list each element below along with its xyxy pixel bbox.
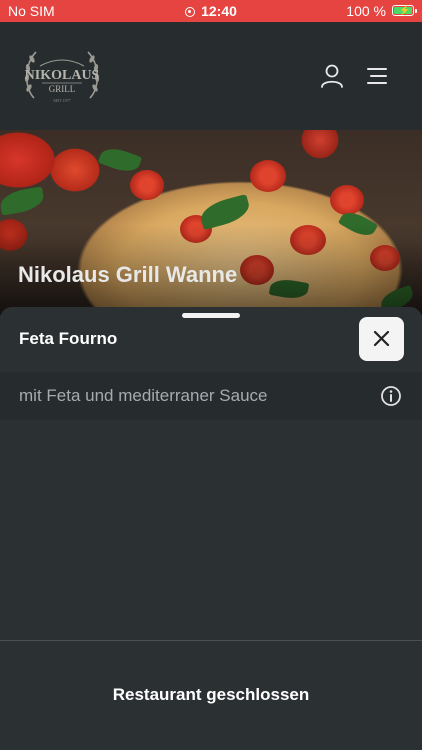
restaurant-logo[interactable]: NIKOLAUS GRILL SEIT 1977 [20,44,104,110]
info-icon[interactable] [380,385,402,407]
battery-percent: 100 % [346,3,386,19]
app-header: NIKOLAUS GRILL SEIT 1977 [0,22,422,130]
time-label: 12:40 [201,3,237,19]
screen-record-icon [185,7,196,17]
product-description: mit Feta und mediterraner Sauce [19,386,268,405]
logo-sub: GRILL [49,84,76,94]
product-description-row: mit Feta und mediterraner Sauce [0,372,422,420]
drag-handle[interactable] [182,313,240,318]
footer-divider [0,640,422,641]
user-icon[interactable] [318,62,346,90]
logo-name: NIKOLAUS [25,68,100,83]
menu-icon[interactable] [363,62,391,90]
logo-since: SEIT 1977 [53,98,70,103]
close-button[interactable] [359,317,404,361]
close-icon [373,330,390,347]
restaurant-name: Nikolaus Grill Wanne [18,262,238,287]
hero-banner: Nikolaus Grill Wanne [0,130,422,315]
charging-icon: ⚡ [399,5,411,15]
product-title: Feta Fourno [19,329,118,348]
battery-icon: ⚡ [392,5,417,16]
restaurant-closed-label: Restaurant geschlossen [112,685,310,704]
status-bar: No SIM 12:40 100 % ⚡ [0,0,422,22]
product-sheet: Feta Fourno mit Feta und mediterraner Sa… [0,307,422,750]
